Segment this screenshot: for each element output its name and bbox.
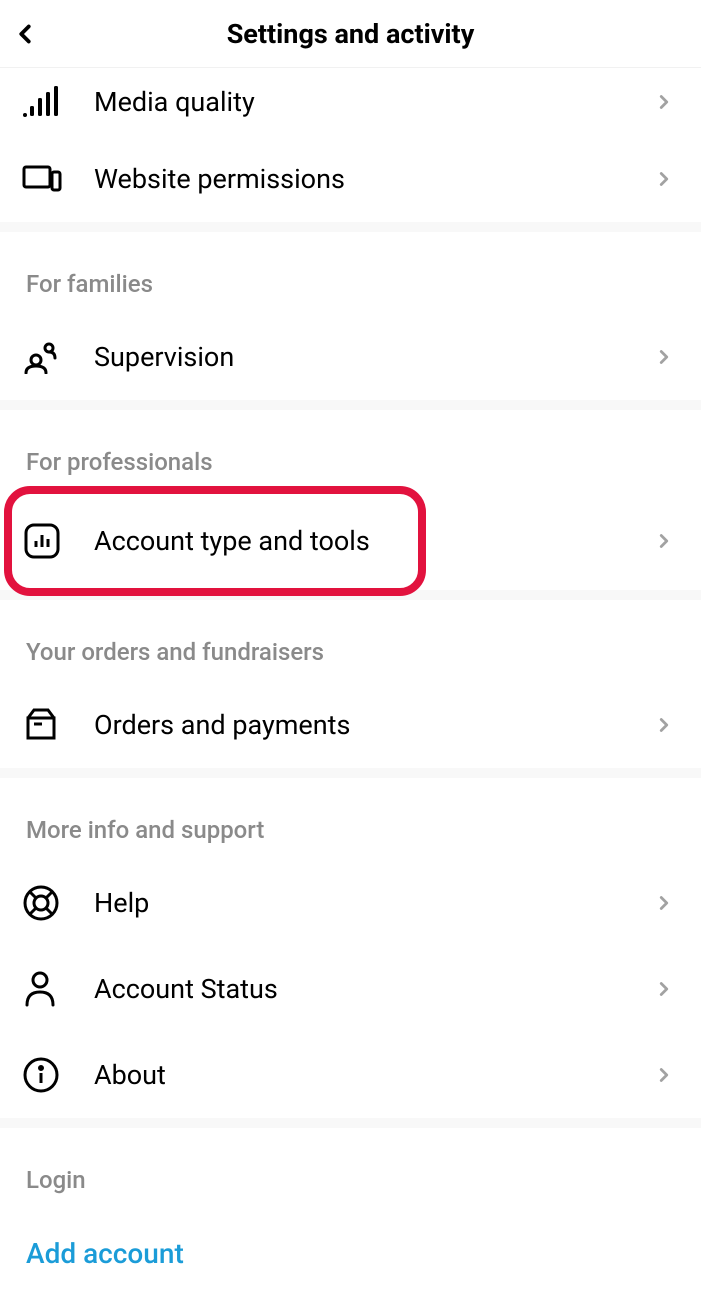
people-icon: [22, 340, 70, 374]
page-title: Settings and activity: [14, 18, 687, 50]
back-button[interactable]: [10, 16, 40, 52]
row-about[interactable]: About: [0, 1032, 701, 1118]
section-header-orders: Your orders and fundraisers: [0, 600, 701, 682]
divider: [0, 590, 701, 600]
divider: [0, 1118, 701, 1128]
row-orders-payments[interactable]: Orders and payments: [0, 682, 701, 768]
row-label: Media quality: [70, 86, 653, 118]
devices-icon: [22, 164, 70, 194]
info-icon: [22, 1056, 70, 1094]
row-label: About: [70, 1059, 653, 1091]
row-label: Account Status: [70, 973, 653, 1005]
header-bar: Settings and activity: [0, 0, 701, 68]
chevron-right-icon: [653, 88, 675, 116]
package-icon: [22, 706, 70, 744]
row-website-permissions[interactable]: Website permissions: [0, 136, 701, 222]
chevron-right-icon: [653, 711, 675, 739]
row-label: Website permissions: [70, 163, 653, 195]
row-label: Supervision: [70, 341, 653, 373]
row-media-quality[interactable]: Media quality: [0, 68, 701, 136]
divider: [0, 222, 701, 232]
lifebuoy-icon: [22, 884, 70, 922]
row-help[interactable]: Help: [0, 860, 701, 946]
chart-icon: [22, 521, 70, 561]
row-account-status[interactable]: Account Status: [0, 946, 701, 1032]
chevron-right-icon: [653, 889, 675, 917]
row-label: Orders and payments: [70, 709, 653, 741]
link-add-account[interactable]: Add account: [0, 1210, 701, 1296]
section-header-professionals: For professionals: [0, 410, 701, 492]
section-header-login: Login: [0, 1128, 701, 1210]
signal-bars-icon: [22, 86, 70, 118]
link-label: Add account: [26, 1237, 184, 1270]
section-header-support: More info and support: [0, 778, 701, 860]
chevron-right-icon: [653, 343, 675, 371]
chevron-right-icon: [653, 527, 675, 555]
row-label: Account type and tools: [70, 525, 653, 557]
chevron-right-icon: [653, 1061, 675, 1089]
chevron-right-icon: [653, 975, 675, 1003]
person-icon: [22, 970, 70, 1008]
row-label: Help: [70, 887, 653, 919]
row-supervision[interactable]: Supervision: [0, 314, 701, 400]
divider: [0, 768, 701, 778]
section-header-families: For families: [0, 232, 701, 314]
chevron-right-icon: [653, 165, 675, 193]
chevron-left-icon: [10, 16, 40, 52]
divider: [0, 400, 701, 410]
row-account-type-tools[interactable]: Account type and tools: [0, 492, 701, 590]
